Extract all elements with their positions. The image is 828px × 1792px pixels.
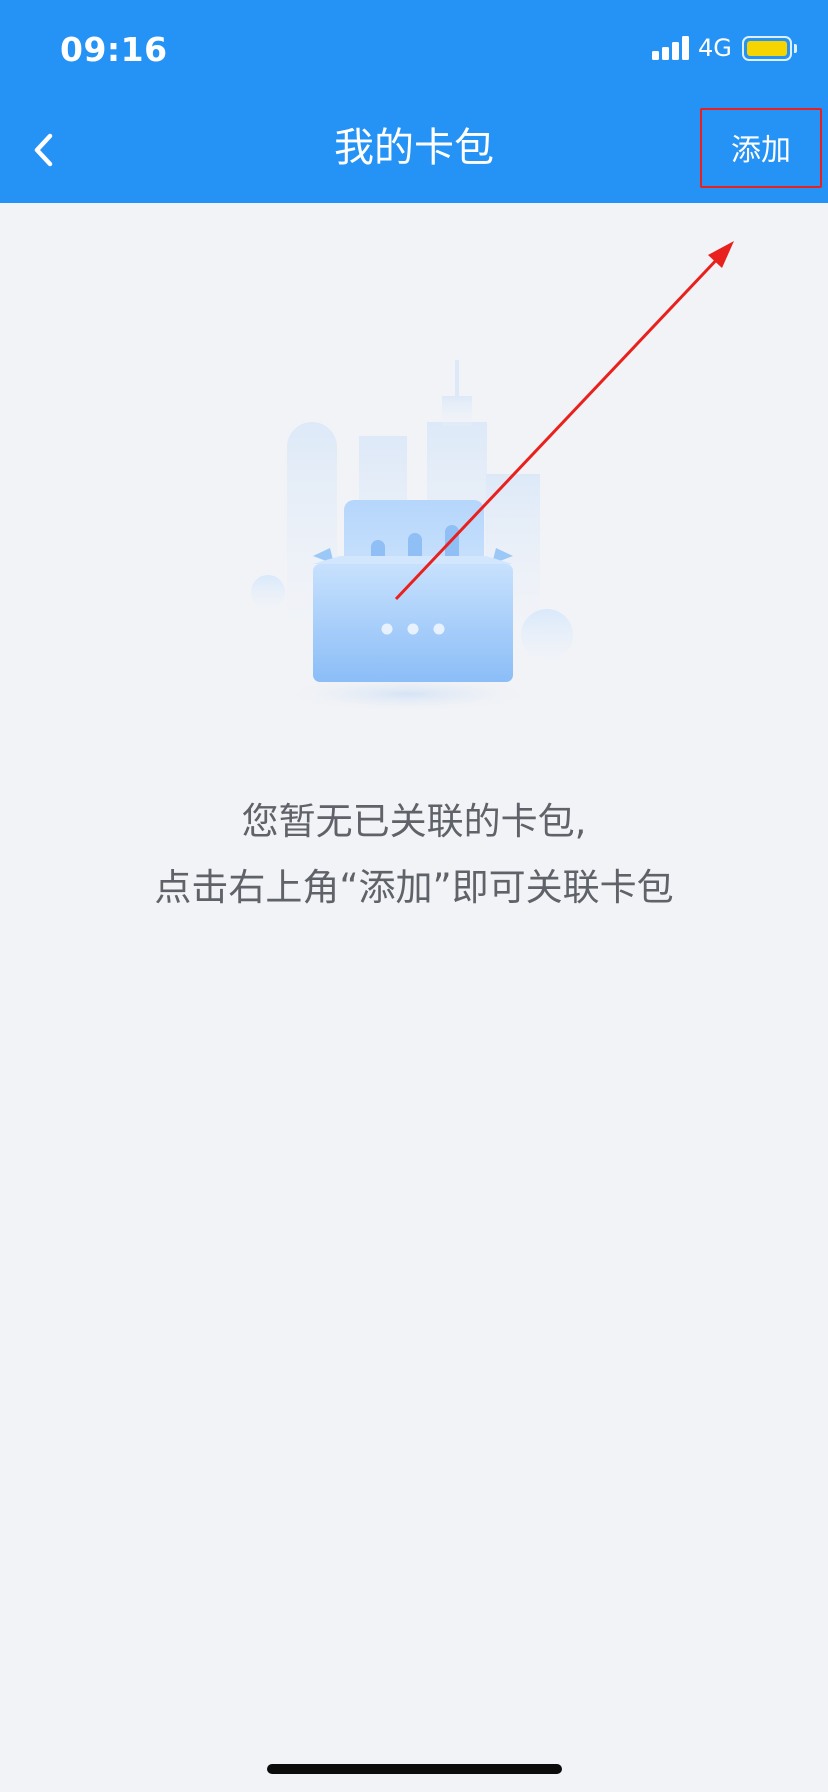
app-header: 09:16 4G 我的卡包 添加 bbox=[0, 0, 828, 203]
add-button[interactable]: 添加 bbox=[700, 108, 822, 188]
empty-card-wallet-illustration bbox=[240, 350, 590, 720]
back-button[interactable] bbox=[14, 116, 74, 184]
battery-cap bbox=[794, 44, 797, 53]
page-title: 我的卡包 bbox=[334, 125, 494, 171]
home-indicator[interactable] bbox=[267, 1764, 562, 1774]
empty-message-line-1: 您暂无已关联的卡包, bbox=[241, 800, 587, 843]
network-type: 4G bbox=[698, 34, 732, 62]
empty-message-line-2: 点击右上角“添加”即可关联卡包 bbox=[154, 866, 674, 909]
battery-level bbox=[747, 41, 787, 56]
battery-icon bbox=[742, 36, 792, 61]
status-time: 09:16 bbox=[60, 30, 168, 69]
chevron-left-icon bbox=[34, 133, 53, 167]
cellular-signal-icon bbox=[652, 36, 690, 60]
